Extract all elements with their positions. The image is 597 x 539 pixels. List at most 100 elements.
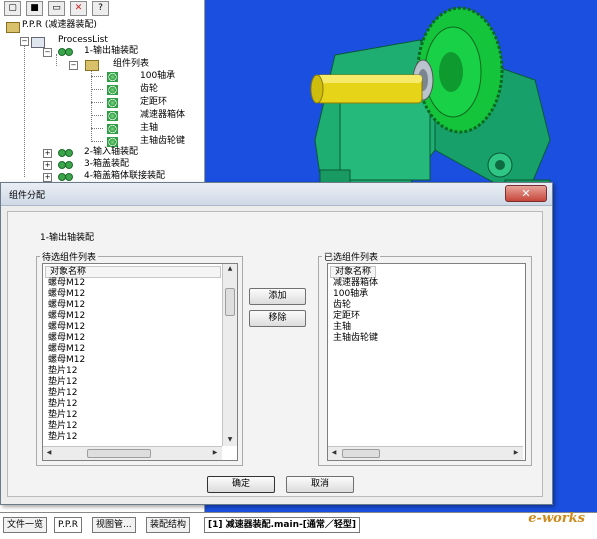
selected-components-group: 已选组件列表 对象名称 减速器箱体 100轴承 齿轮 定距环 主轴 主轴齿轮键 …	[318, 250, 532, 466]
remove-button[interactable]: 移除	[249, 310, 306, 327]
folder-icon	[31, 37, 45, 48]
part-icon	[107, 137, 118, 147]
dialog-titlebar[interactable]: 组件分配 ✕	[1, 183, 552, 206]
tree-item-components[interactable]: 组件列表	[113, 59, 149, 70]
dialog-title: 组件分配	[9, 191, 46, 201]
tab-assembly-structure[interactable]: 装配结构	[146, 517, 191, 533]
selected-components-list[interactable]: 对象名称 减速器箱体 100轴承 齿轮 定距环 主轴 主轴齿轮键 ◀ ▶	[327, 263, 526, 461]
collapse-icon[interactable]: −	[69, 61, 78, 70]
tree-guide-line	[91, 141, 103, 142]
tree-guide-line	[56, 54, 57, 66]
list-item[interactable]: 螺母M12	[48, 300, 85, 310]
tree-item-process-list[interactable]: ProcessList	[58, 35, 108, 46]
tree-item-step4[interactable]: 4-箱盖箱体联接装配	[84, 171, 165, 182]
component-assign-dialog: 组件分配 ✕ 1-输出轴装配 待选组件列表 对象名称 螺母M12 螺母M12 螺…	[0, 182, 553, 505]
tab-view-manager[interactable]: 视图管...	[92, 517, 136, 533]
selected-group-label: 已选组件列表	[322, 250, 381, 263]
list-item[interactable]: 螺母M12	[48, 322, 85, 332]
vertical-scrollbar[interactable]: ▲ ▼	[222, 264, 237, 446]
list-item[interactable]: 螺母M12	[48, 344, 85, 354]
scroll-down-icon[interactable]: ▼	[223, 436, 237, 443]
list-item[interactable]: 主轴齿轮键	[333, 333, 378, 343]
dialog-body: 1-输出轴装配 待选组件列表 对象名称 螺母M12 螺母M12 螺母M12 螺母…	[7, 211, 543, 497]
new-file-icon[interactable]: ▢	[4, 1, 21, 16]
folder-icon[interactable]: ▭	[48, 1, 65, 16]
list-item[interactable]: 主轴	[333, 322, 351, 332]
tree-part[interactable]: 减速器箱体	[140, 110, 185, 121]
tree-item-step2[interactable]: 2-输入轴装配	[84, 147, 138, 158]
list-item[interactable]: 螺母M12	[48, 355, 85, 365]
assembly-icon	[58, 173, 73, 181]
folder-icon	[85, 60, 99, 71]
scroll-left-icon[interactable]: ◀	[45, 449, 53, 456]
pending-group-label: 待选组件列表	[40, 250, 99, 263]
list-item[interactable]: 减速器箱体	[333, 278, 378, 288]
step-label: 1-输出轴装配	[40, 233, 94, 243]
list-item[interactable]: 定距环	[333, 311, 360, 321]
tree-part[interactable]: 齿轮	[140, 84, 158, 95]
column-header-object-name[interactable]: 对象名称	[45, 266, 221, 278]
collapse-icon[interactable]: −	[43, 48, 52, 57]
list-item[interactable]: 齿轮	[333, 300, 351, 310]
cancel-button[interactable]: 取消	[286, 476, 354, 493]
collapse-icon[interactable]: −	[20, 37, 29, 46]
assembly-icon	[58, 48, 73, 56]
tree-guide-line	[24, 37, 25, 177]
assembly-icon	[58, 149, 73, 157]
add-button[interactable]: 添加	[249, 288, 306, 305]
scroll-thumb[interactable]	[342, 449, 380, 458]
list-item[interactable]: 螺母M12	[48, 333, 85, 343]
tree-guide-line	[91, 70, 92, 140]
tree-part[interactable]: 主轴	[140, 123, 158, 134]
scroll-thumb[interactable]	[87, 449, 151, 458]
list-item[interactable]: 螺母M12	[48, 278, 85, 288]
list-item[interactable]: 垫片12	[48, 366, 77, 376]
save-icon[interactable]: ■	[26, 1, 43, 16]
pending-components-list[interactable]: 对象名称 螺母M12 螺母M12 螺母M12 螺母M12 螺母M12 螺母M12…	[42, 263, 238, 461]
list-item[interactable]: 螺母M12	[48, 289, 85, 299]
list-item[interactable]: 垫片12	[48, 410, 77, 420]
horizontal-scrollbar[interactable]: ◀ ▶	[43, 446, 222, 460]
ok-button[interactable]: 确定	[207, 476, 275, 493]
list-item[interactable]: 螺母M12	[48, 311, 85, 321]
part-icon	[107, 124, 118, 134]
list-item[interactable]: 垫片12	[48, 432, 77, 442]
list-item[interactable]: 垫片12	[48, 421, 77, 431]
bottom-tab-bar: 文件一览 P.P.R 视图管... 装配结构 [1] 减速器装配.main-[通…	[0, 511, 597, 539]
tree-part[interactable]: 100轴承	[140, 71, 175, 82]
expand-icon[interactable]: +	[43, 161, 52, 170]
scroll-right-icon[interactable]: ▶	[512, 449, 520, 456]
tree-guide-line	[91, 89, 103, 90]
tree-item-step3[interactable]: 3-箱盖装配	[84, 159, 129, 170]
expand-icon[interactable]: +	[43, 173, 52, 182]
scroll-thumb[interactable]	[225, 288, 235, 316]
tree-guide-line	[91, 115, 103, 116]
tree-part[interactable]: 主轴齿轮键	[140, 136, 185, 147]
tab-file-list[interactable]: 文件一览	[3, 517, 48, 533]
scroll-left-icon[interactable]: ◀	[330, 449, 338, 456]
assembly-icon	[58, 161, 73, 169]
tree-guide-line	[91, 76, 103, 77]
expand-icon[interactable]: +	[43, 149, 52, 158]
horizontal-scrollbar[interactable]: ◀ ▶	[328, 446, 523, 460]
part-icon	[107, 111, 118, 121]
tree-part[interactable]: 定距环	[140, 97, 167, 108]
document-tab[interactable]: [1] 减速器装配.main-[通常／轻型]	[204, 517, 360, 533]
tab-ppr[interactable]: P.P.R	[54, 517, 83, 533]
list-item[interactable]: 100轴承	[333, 289, 368, 299]
tree-guide-line	[91, 128, 103, 129]
delete-icon[interactable]: ✕	[70, 1, 87, 16]
part-icon	[107, 98, 118, 108]
tree-root-ppr[interactable]: P.P.R (减速器装配)	[22, 20, 97, 31]
column-header-object-name[interactable]: 对象名称	[330, 266, 376, 278]
scroll-right-icon[interactable]: ▶	[211, 449, 219, 456]
list-item[interactable]: 垫片12	[48, 388, 77, 398]
help-icon[interactable]: ?	[92, 1, 109, 16]
e-works-watermark: e-works	[528, 511, 585, 526]
list-item[interactable]: 垫片12	[48, 399, 77, 409]
list-item[interactable]: 垫片12	[48, 377, 77, 387]
close-button[interactable]: ✕	[505, 185, 547, 202]
tree-guide-line	[91, 102, 103, 103]
scroll-up-icon[interactable]: ▲	[223, 265, 237, 272]
tree-item-step1[interactable]: 1-输出轴装配	[84, 46, 138, 57]
